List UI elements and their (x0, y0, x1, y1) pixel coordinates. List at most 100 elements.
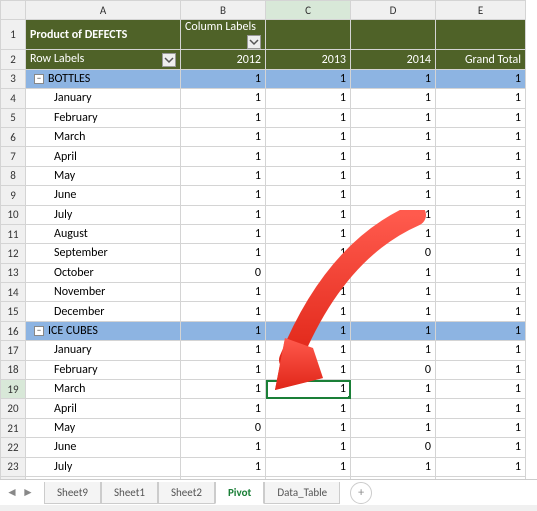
row-header[interactable]: 21 (1, 418, 26, 437)
data-cell[interactable]: 1 (181, 283, 266, 302)
data-cell[interactable]: 1 (436, 166, 526, 185)
data-cell[interactable]: 1 (266, 380, 351, 399)
data-cell[interactable]: 0 (351, 244, 436, 263)
data-cell[interactable]: 1 (436, 263, 526, 282)
row-label-cell[interactable]: June (26, 186, 181, 205)
data-cell[interactable]: 1 (351, 205, 436, 224)
data-cell[interactable]: 1 (181, 399, 266, 418)
chevron-down-icon[interactable] (247, 35, 261, 49)
row-header[interactable]: 17 (1, 341, 26, 360)
data-cell[interactable]: 1 (351, 186, 436, 205)
data-cell[interactable]: 1 (436, 108, 526, 127)
row-label-cell[interactable]: February (26, 360, 181, 379)
row-label-cell[interactable]: September (26, 244, 181, 263)
row-header[interactable]: 18 (1, 360, 26, 379)
row-label-cell[interactable]: May (26, 418, 181, 437)
data-cell[interactable]: 1 (181, 205, 266, 224)
data-cell[interactable]: 1 (436, 341, 526, 360)
data-cell[interactable]: 1 (181, 341, 266, 360)
row-header[interactable]: 11 (1, 224, 26, 243)
row-header[interactable]: 4 (1, 89, 26, 108)
data-cell[interactable]: 1 (266, 108, 351, 127)
row-header[interactable]: 14 (1, 283, 26, 302)
row-label-cell[interactable]: January (26, 341, 181, 360)
row-header[interactable]: 3 (1, 69, 26, 88)
row-header[interactable]: 8 (1, 166, 26, 185)
data-cell[interactable]: 1 (351, 457, 436, 476)
row-label-cell[interactable]: March (26, 127, 181, 146)
data-cell[interactable]: 1 (181, 380, 266, 399)
row-header[interactable]: 13 (1, 263, 26, 282)
row-label-cell[interactable]: October (26, 263, 181, 282)
data-cell[interactable]: 1 (181, 89, 266, 108)
row-labels-cell[interactable]: Row Labels (26, 50, 181, 69)
row-label-cell[interactable]: April (26, 147, 181, 166)
data-cell[interactable]: 1 (266, 341, 351, 360)
col-header-d[interactable]: D (351, 1, 436, 20)
data-cell[interactable]: 1 (181, 127, 266, 146)
sheet-tab[interactable]: Sheet1 (101, 482, 158, 504)
row-header[interactable]: 5 (1, 108, 26, 127)
data-cell[interactable]: 1 (266, 302, 351, 321)
data-cell[interactable]: 1 (351, 69, 436, 88)
data-cell[interactable]: 1 (181, 360, 266, 379)
data-cell[interactable]: 1 (436, 224, 526, 243)
data-cell[interactable]: 1 (181, 438, 266, 457)
data-cell[interactable]: 1 (266, 147, 351, 166)
group-label-cell[interactable]: −BOTTLES (26, 69, 181, 88)
data-cell[interactable]: 1 (351, 166, 436, 185)
row-label-cell[interactable]: August (26, 224, 181, 243)
data-cell[interactable]: 1 (351, 263, 436, 282)
data-cell[interactable]: 1 (181, 321, 266, 340)
data-cell[interactable]: 1 (436, 360, 526, 379)
row-header[interactable]: 7 (1, 147, 26, 166)
row-header[interactable]: 6 (1, 127, 26, 146)
row-header[interactable]: 20 (1, 399, 26, 418)
row-header[interactable]: 16 (1, 321, 26, 340)
data-cell[interactable]: 1 (266, 457, 351, 476)
year-2013-header[interactable]: 2013 (266, 50, 351, 69)
tab-nav-prev[interactable]: ◄ (4, 484, 20, 502)
data-cell[interactable]: 1 (266, 89, 351, 108)
data-cell[interactable]: 1 (266, 263, 351, 282)
data-cell[interactable]: 1 (351, 127, 436, 146)
data-cell[interactable]: 1 (436, 127, 526, 146)
data-cell[interactable]: 1 (351, 418, 436, 437)
data-cell[interactable]: 1 (266, 321, 351, 340)
data-cell[interactable]: 1 (266, 438, 351, 457)
tab-nav-next[interactable]: ► (20, 484, 36, 502)
data-cell[interactable]: 1 (436, 399, 526, 418)
col-header-a[interactable]: A (26, 1, 181, 20)
data-cell[interactable]: 1 (436, 186, 526, 205)
data-cell[interactable]: 1 (436, 438, 526, 457)
data-cell[interactable]: 1 (266, 360, 351, 379)
data-cell[interactable]: 1 (351, 89, 436, 108)
data-cell[interactable]: 1 (436, 244, 526, 263)
row-header-1[interactable]: 1 (1, 20, 26, 50)
data-cell[interactable]: 1 (436, 321, 526, 340)
data-cell[interactable]: 1 (351, 321, 436, 340)
data-cell[interactable]: 1 (436, 380, 526, 399)
data-cell[interactable]: 1 (266, 186, 351, 205)
data-cell[interactable]: 1 (181, 147, 266, 166)
data-cell[interactable]: 1 (181, 186, 266, 205)
row-header[interactable]: 9 (1, 186, 26, 205)
data-cell[interactable]: 1 (436, 89, 526, 108)
data-cell[interactable]: 1 (436, 283, 526, 302)
year-2014-header[interactable]: 2014 (351, 50, 436, 69)
row-label-cell[interactable]: January (26, 89, 181, 108)
collapse-icon[interactable]: − (34, 74, 44, 84)
column-labels-cell[interactable]: Column Labels (181, 20, 266, 50)
row-label-cell[interactable]: November (26, 283, 181, 302)
row-label-cell[interactable]: December (26, 302, 181, 321)
data-cell[interactable]: 1 (266, 244, 351, 263)
data-cell[interactable]: 0 (181, 418, 266, 437)
sheet-tab[interactable]: Data_Table (264, 482, 340, 504)
data-cell[interactable]: 1 (351, 380, 436, 399)
row-label-cell[interactable]: June (26, 438, 181, 457)
row-header[interactable]: 22 (1, 438, 26, 457)
chevron-down-icon[interactable] (162, 53, 176, 67)
data-cell[interactable]: 1 (436, 69, 526, 88)
row-header[interactable]: 12 (1, 244, 26, 263)
group-label-cell[interactable]: −ICE CUBES (26, 321, 181, 340)
